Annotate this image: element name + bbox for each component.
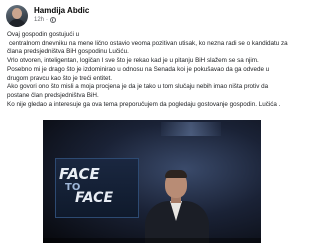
post-text-line: Ako govori ono što misli a moja procjena… <box>7 83 269 91</box>
post-header: Hamdija Abdic 12h · <box>4 4 296 28</box>
avatar[interactable] <box>6 5 28 27</box>
avatar-head <box>12 8 22 19</box>
post-text-line: postane član predsjedništva BiH. <box>7 91 99 99</box>
globe-icon <box>50 17 57 23</box>
post-text-line: centralnom dnevniku na mene lično ostavi… <box>9 39 288 47</box>
guest-person <box>143 170 213 243</box>
post-meta: 12h · <box>34 17 57 23</box>
author-name[interactable]: Hamdija Abdic <box>34 6 89 15</box>
post-text-line: Vrlo otvoren, inteligentan, logičan I sv… <box>7 57 259 65</box>
avatar-body <box>8 19 26 27</box>
post-text-line: Ovaj gospodin gostujući u <box>7 31 80 38</box>
meta-separator: · <box>46 17 49 23</box>
post-text-line: Posebno mi je drago što je izdominirao u… <box>7 65 270 73</box>
post-text: Ovaj gospodin gostujući u centralnom dne… <box>7 31 297 109</box>
video-player[interactable]: FACE TO FACE <box>43 120 261 243</box>
show-logo-text: FACE <box>75 190 114 206</box>
studio-light <box>161 122 221 136</box>
post-text-line: drugom pravcu kao što je treći entitet. <box>7 74 112 82</box>
post-text-line: Ko nije gledao a interesuje ga ova tema … <box>7 100 281 108</box>
guest-hair <box>165 170 187 178</box>
video-progress-bar[interactable] <box>43 238 261 243</box>
show-logo-text: FACE <box>59 165 100 183</box>
post-text-line: člana predsjedništva BiH gospodinu Lučić… <box>7 48 129 56</box>
post-timestamp[interactable]: 12h <box>34 17 44 23</box>
